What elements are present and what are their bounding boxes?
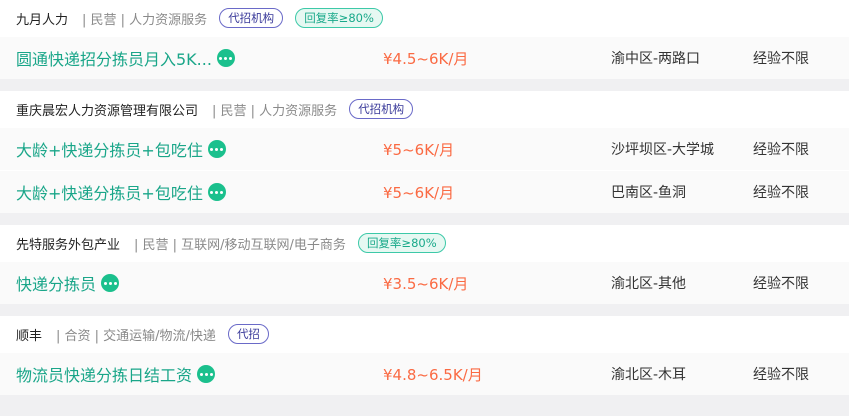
job-title-text: 大龄+快递分拣员+包吃住	[16, 184, 203, 203]
job-title-text: 圆通快递招分拣员月入5K...	[16, 50, 212, 69]
company-name[interactable]: 顺丰	[16, 325, 42, 344]
job-salary: ¥5~6K/月	[383, 183, 455, 202]
company-group: 九月人力 | 民营 | 人力资源服务 代招机构 回复率≥80% 圆通快递招分拣员月入5K…	[0, 0, 849, 79]
job-location: 沙坪坝区-大学城	[611, 142, 715, 158]
job-row[interactable]: 物流员快递分拣日结工资 ¥4.8~6.5K/月 渝北区-木耳 经验不限	[0, 352, 849, 395]
reply-rate-badge: 回复率≥80%	[357, 233, 446, 253]
job-list: 九月人力 | 民营 | 人力资源服务 代招机构 回复率≥80% 圆通快递招分拣员月入5K…	[0, 0, 849, 395]
company-header: 九月人力 | 民营 | 人力资源服务 代招机构 回复率≥80%	[0, 0, 849, 36]
chat-bubble-icon[interactable]	[207, 183, 226, 201]
job-experience: 经验不限	[753, 367, 809, 383]
job-experience: 经验不限	[753, 276, 809, 292]
job-experience: 经验不限	[753, 51, 809, 67]
job-salary: ¥4.5~6K/月	[383, 49, 469, 68]
company-header: 顺丰 | 合资 | 交通运输/物流/快递 代招	[0, 316, 849, 352]
company-group: 先特服务外包产业 | 民营 | 互联网/移动互联网/电子商务 回复率≥80% 快递分拣…	[0, 225, 849, 304]
agency-badge: 代招	[227, 324, 269, 344]
company-name[interactable]: 九月人力	[16, 9, 68, 28]
job-title-link[interactable]: 大龄+快递分拣员+包吃住	[16, 171, 226, 213]
job-title-link[interactable]: 圆通快递招分拣员月入5K...	[16, 37, 235, 79]
job-title-text: 快递分拣员	[16, 275, 97, 294]
job-location: 巴南区-鱼洞	[611, 185, 687, 201]
job-location: 渝中区-两路口	[611, 51, 701, 67]
company-meta: | 民营 | 人力资源服务	[212, 103, 338, 119]
job-row[interactable]: 大龄+快递分拣员+包吃住 ¥5~6K/月 沙坪坝区-大学城 经验不限	[0, 127, 849, 170]
job-experience: 经验不限	[753, 185, 809, 201]
job-salary: ¥4.8~6.5K/月	[383, 365, 483, 384]
job-experience: 经验不限	[753, 142, 809, 158]
agency-badge: 代招机构	[219, 8, 284, 28]
company-group: 顺丰 | 合资 | 交通运输/物流/快递 代招物流员快递分拣日结工资 ¥4.8~6.5…	[0, 316, 849, 395]
job-title-link[interactable]: 大龄+快递分拣员+包吃住	[16, 128, 226, 170]
chat-bubble-icon[interactable]	[197, 365, 216, 383]
job-row[interactable]: 大龄+快递分拣员+包吃住 ¥5~6K/月 巴南区-鱼洞 经验不限	[0, 170, 849, 213]
job-title-link[interactable]: 物流员快递分拣日结工资	[16, 353, 216, 395]
company-meta: | 民营 | 互联网/移动互联网/电子商务	[134, 237, 346, 253]
job-row[interactable]: 圆通快递招分拣员月入5K... ¥4.5~6K/月 渝中区-两路口 经验不限	[0, 36, 849, 79]
reply-rate-badge: 回复率≥80%	[295, 8, 383, 28]
company-name[interactable]: 先特服务外包产业	[16, 234, 120, 253]
chat-bubble-icon[interactable]	[216, 49, 235, 67]
company-meta: | 合资 | 交通运输/物流/快递	[56, 328, 216, 344]
company-header: 先特服务外包产业 | 民营 | 互联网/移动互联网/电子商务 回复率≥80%	[0, 225, 849, 261]
agency-badge: 代招机构	[349, 99, 414, 119]
job-title-text: 大龄+快递分拣员+包吃住	[16, 141, 203, 160]
company-meta: | 民营 | 人力资源服务	[82, 12, 208, 28]
chat-bubble-icon[interactable]	[101, 274, 120, 292]
job-salary: ¥5~6K/月	[383, 140, 455, 159]
chat-bubble-icon[interactable]	[207, 140, 226, 158]
company-header: 重庆晨宏人力资源管理有限公司 | 民营 | 人力资源服务 代招机构	[0, 91, 849, 127]
job-title-link[interactable]: 快递分拣员	[16, 262, 120, 304]
job-salary: ¥3.5~6K/月	[383, 274, 469, 293]
job-row[interactable]: 快递分拣员 ¥3.5~6K/月 渝北区-其他 经验不限	[0, 261, 849, 304]
company-name[interactable]: 重庆晨宏人力资源管理有限公司	[16, 100, 198, 119]
job-location: 渝北区-其他	[611, 276, 687, 292]
job-location: 渝北区-木耳	[611, 367, 687, 383]
company-group: 重庆晨宏人力资源管理有限公司 | 民营 | 人力资源服务 代招机构大龄+快递分拣员+…	[0, 91, 849, 213]
job-title-text: 物流员快递分拣日结工资	[16, 366, 193, 385]
